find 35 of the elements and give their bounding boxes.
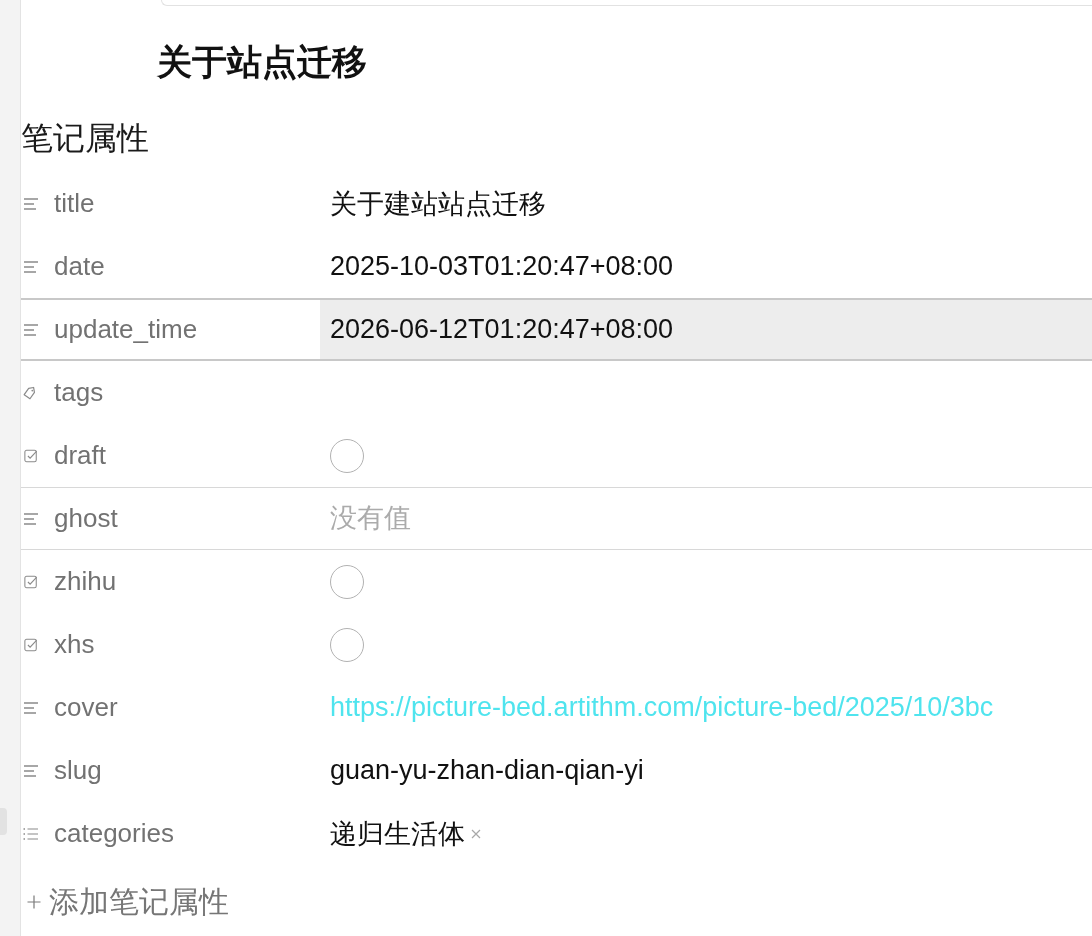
add-property-button[interactable]: 添加笔记属性 bbox=[21, 882, 229, 922]
list-icon bbox=[23, 826, 39, 841]
property-value: 关于建站站点迁移 bbox=[330, 187, 546, 221]
value-input[interactable]: 2026-06-12T01:20:47+08:00 bbox=[320, 300, 1092, 359]
checkbox[interactable] bbox=[330, 438, 364, 473]
checkbox-icon bbox=[23, 637, 39, 652]
value-field[interactable]: 没有值 bbox=[330, 498, 530, 539]
property-key: tags bbox=[54, 377, 104, 408]
category-label: 递归生活体 bbox=[330, 817, 465, 851]
property-key: zhihu bbox=[54, 566, 117, 597]
property-key: title bbox=[54, 188, 95, 219]
text-lines-icon bbox=[23, 700, 39, 715]
checkbox-icon bbox=[23, 574, 39, 589]
property-key: ghost bbox=[54, 503, 118, 534]
property-key: slug bbox=[54, 755, 102, 786]
property-key: date bbox=[54, 251, 105, 282]
property-key: cover bbox=[54, 692, 118, 723]
text-lines-icon bbox=[23, 322, 39, 337]
property-key: xhs bbox=[54, 629, 95, 660]
checkbox[interactable] bbox=[330, 627, 364, 662]
remove-icon[interactable] bbox=[471, 828, 481, 839]
text-lines-icon bbox=[23, 763, 39, 778]
note-title: 关于站点迁移 bbox=[157, 41, 367, 83]
text-lines-icon bbox=[23, 259, 39, 274]
plus-icon bbox=[27, 895, 41, 909]
property-key: update_time bbox=[54, 314, 198, 345]
property-key: draft bbox=[54, 440, 107, 471]
text-lines-icon bbox=[23, 196, 39, 211]
property-value: 2025-10-03T01:20:47+08:00 bbox=[330, 251, 674, 282]
property-value: guan-yu-zhan-dian-qian-yi bbox=[330, 755, 644, 786]
property-key: categories bbox=[54, 818, 174, 849]
text-lines-icon bbox=[23, 511, 39, 526]
checkbox-icon bbox=[23, 448, 39, 463]
checkbox[interactable] bbox=[330, 564, 364, 599]
properties-heading: 笔记属性 bbox=[21, 119, 149, 158]
